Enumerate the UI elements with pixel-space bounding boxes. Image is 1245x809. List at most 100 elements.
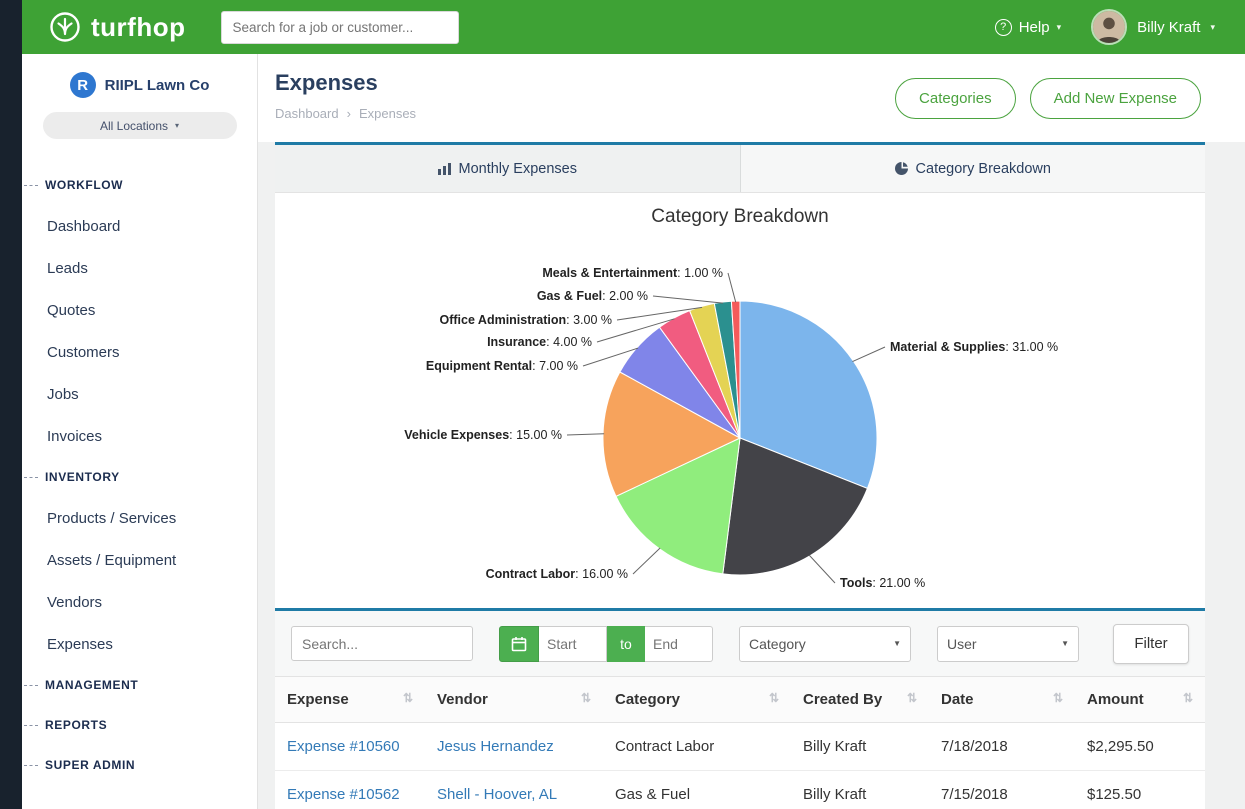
column-label: Vendor <box>437 691 488 708</box>
calendar-icon <box>511 636 527 652</box>
add-new-expense-button[interactable]: Add New Expense <box>1030 78 1201 119</box>
sort-icon[interactable]: ⇅ <box>907 691 917 705</box>
category-select[interactable]: Category ▼ <box>739 626 911 662</box>
global-search-input[interactable] <box>221 11 459 44</box>
sidebar-item-quotes[interactable]: Quotes <box>22 289 257 331</box>
sidebar-item-expenses[interactable]: Expenses <box>22 623 257 665</box>
topbar-right: ? Help ▾ Billy Kraft ▾ <box>995 9 1215 45</box>
sidebar-section-inventory[interactable]: INVENTORY <box>22 457 257 497</box>
sidebar-section-workflow[interactable]: WORKFLOW <box>22 165 257 205</box>
date-range-picker: to <box>499 626 713 662</box>
pie-label-meals-entertainment: Meals & Entertainment: 1.00 % <box>542 266 723 280</box>
sidebar-item-dashboard[interactable]: Dashboard <box>22 205 257 247</box>
sidebar-section-super-admin[interactable]: SUPER ADMIN <box>22 745 257 785</box>
breadcrumb-separator-icon: › <box>347 106 351 121</box>
vendor-link[interactable]: Jesus Hernandez <box>437 738 554 755</box>
pie-chart-icon <box>895 162 908 175</box>
label-connector <box>853 347 886 362</box>
company-logo: R <box>70 72 96 98</box>
expense-link[interactable]: Expense #10562 <box>287 786 400 803</box>
user-name: Billy Kraft <box>1137 19 1200 36</box>
section-label: MANAGEMENT <box>45 678 138 692</box>
expense-link[interactable]: Expense #10560 <box>287 738 400 755</box>
column-label: Created By <box>803 691 882 708</box>
sidebar-section-reports[interactable]: REPORTS <box>22 705 257 745</box>
cell-vendor: Shell - Hoover, AL <box>425 771 603 809</box>
calendar-button[interactable] <box>499 626 539 662</box>
filter-button[interactable]: Filter <box>1113 624 1189 664</box>
select-arrow-icon: ▼ <box>1061 639 1069 648</box>
pie-chart-svg: Material & Supplies: 31.00 % Tools: 21.00… <box>275 235 1205 595</box>
cell-created-by: Billy Kraft <box>791 771 929 809</box>
label-connector <box>633 548 660 574</box>
sidebar-item-vendors[interactable]: Vendors <box>22 581 257 623</box>
cell-expense: Expense #10560 <box>275 723 425 771</box>
sort-icon[interactable]: ⇅ <box>581 691 591 705</box>
cell-amount: $2,295.50 <box>1075 723 1205 771</box>
sidebar: R RIIPL Lawn Co All Locations ▾ WORKFLOW… <box>22 54 258 809</box>
brand-name: turfhop <box>91 12 185 43</box>
end-date-input[interactable] <box>645 626 713 662</box>
help-menu[interactable]: ? Help ▾ <box>995 19 1061 36</box>
pie-label-vehicle-expenses: Vehicle Expenses: 15.00 % <box>404 428 562 442</box>
sort-icon[interactable]: ⇅ <box>1183 691 1193 705</box>
sort-icon[interactable]: ⇅ <box>1053 691 1063 705</box>
breadcrumb-dashboard[interactable]: Dashboard <box>275 106 339 121</box>
chart-title: Category Breakdown <box>275 206 1205 235</box>
categories-button[interactable]: Categories <box>895 78 1016 119</box>
chevron-down-icon: ▾ <box>1057 22 1062 33</box>
vendor-link[interactable]: Shell - Hoover, AL <box>437 786 557 803</box>
user-menu[interactable]: Billy Kraft ▾ <box>1091 9 1215 45</box>
left-rail <box>0 0 22 809</box>
main-content: Expenses Dashboard › Expenses Categories… <box>258 54 1245 809</box>
brand-logo[interactable]: turfhop <box>48 10 185 44</box>
sidebar-item-assets-equipment[interactable]: Assets / Equipment <box>22 539 257 581</box>
column-header-date[interactable]: Date ⇅ <box>929 677 1075 723</box>
sidebar-item-products-services[interactable]: Products / Services <box>22 497 257 539</box>
column-header-created-by[interactable]: Created By ⇅ <box>791 677 929 723</box>
sidebar-section-management[interactable]: MANAGEMENT <box>22 665 257 705</box>
topbar: turfhop ? Help ▾ Bi <box>22 0 1245 54</box>
expenses-table: Expense⇅Vendor⇅Category⇅Created By⇅Date⇅… <box>275 677 1205 809</box>
column-header-amount[interactable]: Amount⇅ <box>1075 677 1205 723</box>
table-row: Expense #10560Jesus HernandezContract La… <box>275 723 1205 771</box>
section-label: WORKFLOW <box>45 178 123 192</box>
sidebar-item-customers[interactable]: Customers <box>22 331 257 373</box>
select-value: Category <box>749 636 806 652</box>
filter-bar: to Category ▼ User ▼ Filter <box>275 611 1205 677</box>
column-header-expense[interactable]: Expense ⇅ <box>275 677 425 723</box>
start-date-input[interactable] <box>539 626 607 662</box>
cell-date: 7/15/2018 <box>929 771 1075 809</box>
tab-monthly-expenses[interactable]: Monthly Expenses <box>275 145 740 192</box>
column-header-vendor[interactable]: Vendor ⇅ <box>425 677 603 723</box>
turfhop-sprout-icon <box>48 10 82 44</box>
sidebar-item-leads[interactable]: Leads <box>22 247 257 289</box>
section-dash-icon <box>24 725 38 726</box>
app: turfhop ? Help ▾ Bi <box>0 0 1245 809</box>
table-body: Expense #10560Jesus HernandezContract La… <box>275 723 1205 809</box>
cell-date: 7/18/2018 <box>929 723 1075 771</box>
section-dash-icon <box>24 477 38 478</box>
chevron-down-icon: ▾ <box>1210 22 1215 33</box>
column-label: Expense <box>287 691 349 708</box>
date-to-label: to <box>607 626 645 662</box>
pie-label-gas-fuel: Gas & Fuel: 2.00 % <box>537 289 648 303</box>
select-value: User <box>947 636 977 652</box>
table-search-input[interactable] <box>291 626 473 661</box>
sort-icon[interactable]: ⇅ <box>769 691 779 705</box>
pie-label-tools: Tools: 21.00 % <box>840 576 925 590</box>
user-select[interactable]: User ▼ <box>937 626 1079 662</box>
location-selector[interactable]: All Locations ▾ <box>43 112 237 139</box>
tab-label: Monthly Expenses <box>459 161 577 177</box>
column-label: Date <box>941 691 974 708</box>
chevron-down-icon: ▾ <box>175 121 179 130</box>
sidebar-item-invoices[interactable]: Invoices <box>22 415 257 457</box>
pie-label-equipment-rental: Equipment Rental: 7.00 % <box>426 359 578 373</box>
tab-category-breakdown[interactable]: Category Breakdown <box>740 145 1206 192</box>
sidebar-item-jobs[interactable]: Jobs <box>22 373 257 415</box>
column-header-category[interactable]: Category⇅ <box>603 677 791 723</box>
sort-icon[interactable]: ⇅ <box>403 691 413 705</box>
breadcrumb-expenses: Expenses <box>359 106 416 121</box>
section-dash-icon <box>24 765 38 766</box>
pie-label-material-supplies: Material & Supplies: 31.00 % <box>890 340 1058 354</box>
